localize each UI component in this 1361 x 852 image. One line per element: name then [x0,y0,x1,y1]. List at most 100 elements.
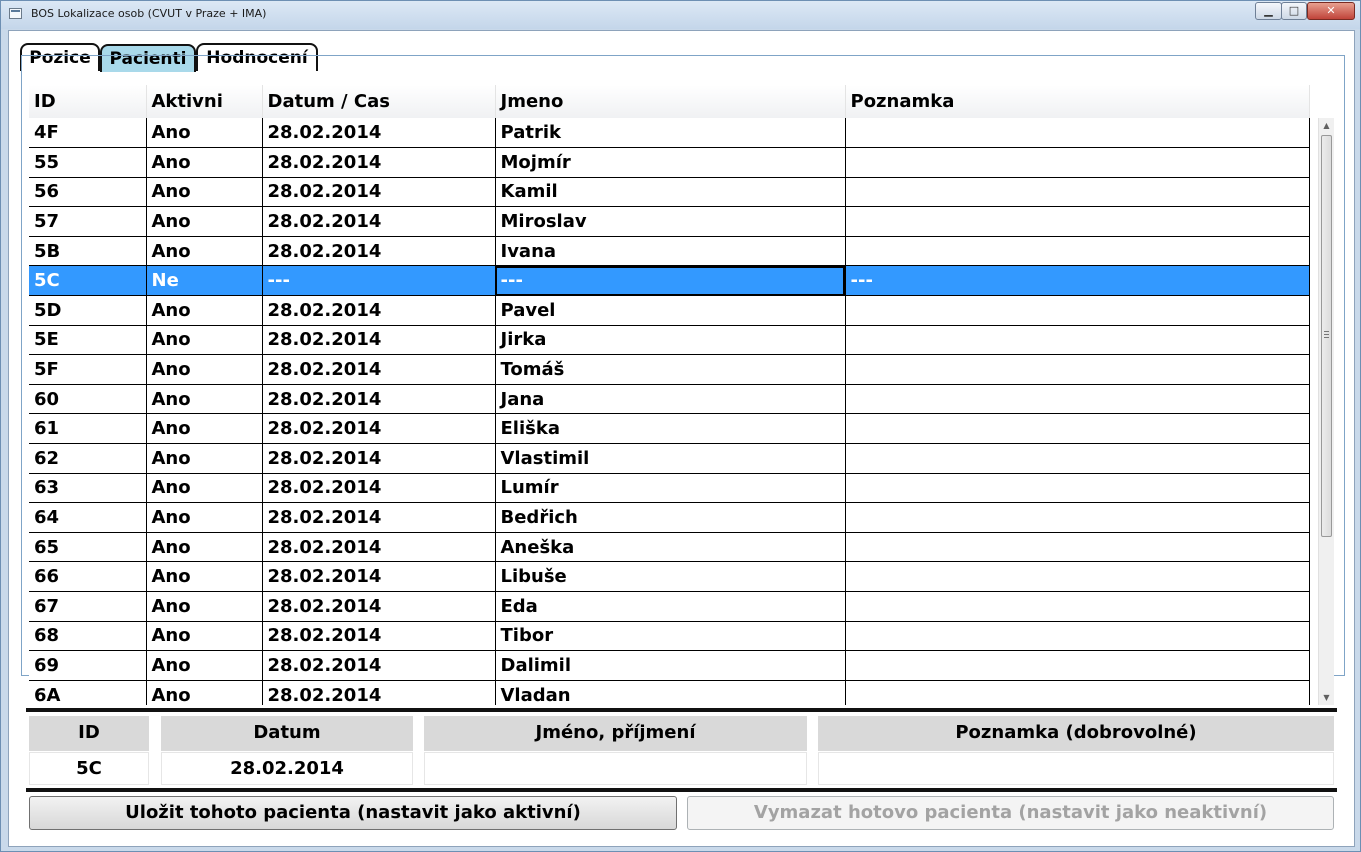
save-patient-button[interactable]: Uložit tohoto pacienta (nastavit jako ak… [29,796,677,830]
cell-datum[interactable]: 28.02.2014 [262,147,496,178]
table-row[interactable]: 4F Ano 28.02.2014 Patrik [29,118,1310,149]
col-header-poznamka[interactable]: Poznamka [845,85,1310,118]
cell-poznamka[interactable] [845,591,1310,622]
cell-aktivni[interactable]: Ano [146,413,263,445]
cell-poznamka[interactable] [845,118,1310,149]
cell-poznamka[interactable] [845,561,1310,592]
cell-id[interactable]: 4F [29,118,147,149]
patients-grid[interactable]: ID Aktivni Datum / Cas Jmeno Poznamka 4F… [29,85,1333,705]
cell-id[interactable]: 57 [29,206,147,237]
cell-poznamka[interactable] [845,502,1310,533]
cell-jmeno[interactable]: Kamil [495,177,846,208]
col-header-aktivni[interactable]: Aktivni [146,85,263,118]
cell-jmeno[interactable]: Bedřich [495,502,846,533]
maximize-button[interactable]: □ [1281,2,1307,20]
cell-id[interactable]: 5F [29,354,147,385]
cell-datum[interactable]: 28.02.2014 [262,236,496,267]
cell-aktivni[interactable]: Ano [146,532,263,563]
cell-aktivni[interactable]: Ano [146,650,263,681]
cell-poznamka[interactable] [845,206,1310,237]
table-row[interactable]: 68 Ano 28.02.2014 Tibor [29,621,1310,652]
cell-id[interactable]: 62 [29,443,147,474]
title-bar[interactable]: BOS Lokalizace osob (CVUT v Praze + IMA)… [1,1,1360,29]
table-row[interactable]: 63 Ano 28.02.2014 Lumír [29,473,1310,504]
table-row[interactable]: 5E Ano 28.02.2014 Jirka [29,325,1310,356]
table-row[interactable]: 64 Ano 28.02.2014 Bedřich [29,502,1310,533]
cell-datum[interactable]: 28.02.2014 [262,680,496,705]
cell-datum[interactable]: 28.02.2014 [262,621,496,652]
cell-jmeno[interactable]: Eda [495,591,846,622]
cell-aktivni[interactable]: Ne [146,265,263,297]
cell-jmeno[interactable]: Vladan [495,680,846,705]
cell-aktivni[interactable]: Ano [146,561,263,592]
cell-jmeno[interactable]: Patrik [495,118,846,149]
cell-poznamka[interactable] [845,177,1310,208]
cell-jmeno[interactable]: Jana [495,384,846,415]
cell-datum[interactable]: 28.02.2014 [262,591,496,622]
form-datum-field[interactable]: 28.02.2014 [161,752,413,785]
cell-aktivni[interactable]: Ano [146,206,263,237]
cell-id[interactable]: 67 [29,591,147,622]
form-poznamka-field[interactable] [818,752,1334,785]
cell-aktivni[interactable]: Ano [146,680,263,705]
cell-id[interactable]: 56 [29,177,147,208]
cell-aktivni[interactable]: Ano [146,384,263,415]
cell-jmeno[interactable]: Tibor [495,621,846,652]
cell-id[interactable]: 55 [29,147,147,178]
cell-id[interactable]: 63 [29,473,147,504]
cell-datum[interactable]: 28.02.2014 [262,532,496,563]
cell-id[interactable]: 65 [29,532,147,563]
cell-jmeno[interactable]: Pavel [495,295,846,326]
close-button[interactable]: ✕ [1307,2,1355,20]
cell-datum[interactable]: --- [262,265,496,297]
cell-poznamka[interactable] [845,236,1310,267]
table-row[interactable]: 65 Ano 28.02.2014 Aneška [29,532,1310,563]
cell-id[interactable]: 5E [29,325,147,356]
cell-poznamka[interactable] [845,473,1310,504]
table-row[interactable]: 6A Ano 28.02.2014 Vladan [29,680,1310,705]
table-row[interactable]: 66 Ano 28.02.2014 Libuše [29,561,1310,592]
cell-poznamka[interactable] [845,354,1310,385]
cell-id[interactable]: 60 [29,384,147,415]
cell-jmeno[interactable]: Dalimil [495,650,846,681]
cell-poznamka[interactable] [845,443,1310,474]
cell-aktivni[interactable]: Ano [146,591,263,622]
col-header-jmeno[interactable]: Jmeno [495,85,846,118]
cell-poznamka[interactable] [845,295,1310,326]
cell-jmeno[interactable]: Ivana [495,236,846,267]
cell-poznamka[interactable] [845,680,1310,705]
cell-id[interactable]: 6A [29,680,147,705]
cell-poznamka[interactable] [845,413,1310,445]
table-row[interactable]: 5F Ano 28.02.2014 Tomáš [29,354,1310,385]
cell-datum[interactable]: 28.02.2014 [262,354,496,385]
cell-poznamka[interactable] [845,147,1310,178]
cell-id[interactable]: 69 [29,650,147,681]
cell-aktivni[interactable]: Ano [146,325,263,356]
table-row[interactable]: 67 Ano 28.02.2014 Eda [29,591,1310,622]
cell-poznamka[interactable] [845,384,1310,415]
cell-jmeno[interactable]: Mojmír [495,147,846,178]
table-row[interactable]: 56 Ano 28.02.2014 Kamil [29,177,1310,208]
table-row[interactable]: 57 Ano 28.02.2014 Miroslav [29,206,1310,237]
cell-poznamka[interactable] [845,325,1310,356]
cell-aktivni[interactable]: Ano [146,473,263,504]
cell-datum[interactable]: 28.02.2014 [262,561,496,592]
table-row[interactable]: 5D Ano 28.02.2014 Pavel [29,295,1310,326]
cell-id[interactable]: 61 [29,413,147,445]
table-row[interactable]: 61 Ano 28.02.2014 Eliška [29,413,1310,445]
cell-poznamka[interactable] [845,621,1310,652]
cell-id[interactable]: 66 [29,561,147,592]
cell-jmeno[interactable]: Vlastimil [495,443,846,474]
cell-poznamka[interactable] [845,532,1310,563]
cell-jmeno[interactable]: Tomáš [495,354,846,385]
scroll-thumb[interactable] [1321,135,1332,537]
clear-patient-button[interactable]: Vymazat hotovo pacienta (nastavit jako n… [687,796,1334,830]
cell-poznamka[interactable]: --- [845,265,1310,297]
cell-jmeno[interactable]: Libuše [495,561,846,592]
cell-jmeno[interactable]: Jirka [495,325,846,356]
cell-datum[interactable]: 28.02.2014 [262,206,496,237]
cell-aktivni[interactable]: Ano [146,147,263,178]
col-header-datum[interactable]: Datum / Cas [262,85,496,118]
cell-datum[interactable]: 28.02.2014 [262,325,496,356]
cell-jmeno[interactable]: Aneška [495,532,846,563]
